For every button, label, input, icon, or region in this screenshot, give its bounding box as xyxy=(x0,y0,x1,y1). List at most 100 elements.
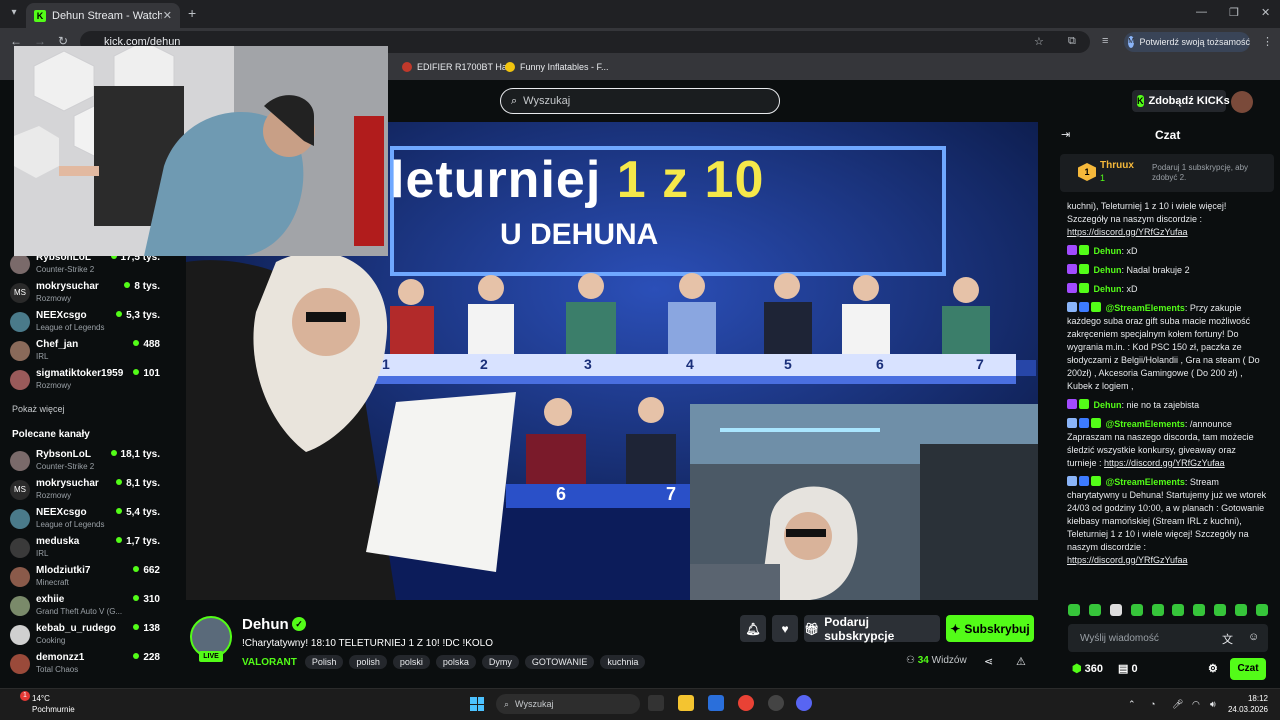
subscribe-button[interactable]: ✦ Subskrybuj xyxy=(946,615,1034,642)
channel-category: IRL xyxy=(36,352,49,361)
recommended-channel[interactable]: demonzz1 Total Chaos 228 xyxy=(10,652,160,678)
emoji-icon[interactable]: ☺ xyxy=(1248,631,1259,643)
show-title-text: leturniej 1 z 10 xyxy=(390,150,764,210)
extensions-icon[interactable]: ⧉ xyxy=(1068,35,1076,48)
profile-avatar: M xyxy=(1128,36,1135,48)
message-user[interactable]: @StreamElements xyxy=(1106,419,1185,429)
new-tab-button[interactable]: + xyxy=(188,5,196,21)
message-user[interactable]: Dehun xyxy=(1094,400,1122,410)
chat-message-input[interactable]: Wyślij wiadomość 文 ☺ xyxy=(1068,624,1268,652)
tag[interactable]: GOTOWANIE xyxy=(524,655,595,669)
follow-heart-button[interactable]: ♥ xyxy=(772,615,798,642)
message-user[interactable]: Dehun xyxy=(1094,265,1122,275)
channel-name[interactable]: Dehun xyxy=(242,616,289,633)
store-count[interactable]: ▤ 0 xyxy=(1118,662,1138,675)
store-app-icon[interactable] xyxy=(708,695,724,711)
recommended-channel[interactable]: exhiie Grand Theft Auto V (G... 310 xyxy=(10,594,160,620)
emote-icon[interactable] xyxy=(1068,604,1080,616)
collapse-chat-icon[interactable]: ⇥ xyxy=(1061,128,1070,141)
tag[interactable]: kuchnia xyxy=(600,655,646,669)
app-icon[interactable] xyxy=(768,695,784,711)
viewers-number: 34 xyxy=(917,655,929,666)
message-user[interactable]: @StreamElements xyxy=(1106,303,1185,313)
chat-send-button[interactable]: Czat xyxy=(1230,658,1266,680)
task-view-icon[interactable] xyxy=(648,695,664,711)
message-user[interactable]: @StreamElements xyxy=(1106,477,1185,487)
pip-frame xyxy=(690,404,1038,600)
message-link[interactable]: https://discord.gg/YRfGzYufaa xyxy=(1067,227,1188,237)
streamer-webcam xyxy=(14,46,388,256)
media-controls-icon[interactable]: ≡ xyxy=(1102,35,1108,47)
message-user[interactable]: Dehun xyxy=(1094,284,1122,294)
start-button[interactable] xyxy=(470,697,484,711)
emote-icon[interactable] xyxy=(1255,604,1268,616)
tag[interactable]: polish xyxy=(349,655,387,669)
recommended-channel[interactable]: Mlodziutki7 Minecraft 662 xyxy=(10,565,160,591)
chrome-icon[interactable] xyxy=(738,695,754,711)
emote-icon[interactable] xyxy=(1214,604,1227,616)
sidebar-channel[interactable]: MS mokrysuchar Rozmowy 8 tys. xyxy=(10,281,160,307)
avatar xyxy=(10,312,30,332)
volume-icon[interactable]: 🔊︎ xyxy=(1210,699,1216,710)
tag[interactable]: Polish xyxy=(304,655,344,669)
recommended-channel[interactable]: NEEXcsgo League of Legends 5,4 tys. xyxy=(10,507,160,533)
emote-icon[interactable] xyxy=(1193,604,1206,616)
chat-messages: kuchni), Teleturniej 1 z 10 i wiele więc… xyxy=(1067,200,1267,596)
tag[interactable]: polski xyxy=(392,655,430,669)
weather-widget[interactable]: 14°C Pochmurnie xyxy=(14,693,75,715)
show-more-link[interactable]: Pokaż więcej xyxy=(12,404,65,414)
maximize-icon[interactable]: ❐ xyxy=(1229,6,1239,19)
tab-close-icon[interactable]: ✕ xyxy=(163,9,172,22)
emote-icon[interactable] xyxy=(1109,604,1122,616)
tab-search-icon[interactable]: ▾ xyxy=(6,5,22,21)
network-icon[interactable]: ◔ xyxy=(1150,699,1155,709)
browser-menu-icon[interactable]: ⋮ xyxy=(1262,35,1273,48)
message-user[interactable]: Dehun xyxy=(1094,246,1122,256)
tray-chevron-icon[interactable]: ⌃ xyxy=(1128,699,1136,710)
recommended-channel[interactable]: kebab_u_rudego Cooking 138 xyxy=(10,623,160,649)
clock[interactable]: 18:12 24.03.2026 xyxy=(1224,693,1268,715)
emote-icon[interactable] xyxy=(1151,604,1164,616)
recommended-channel[interactable]: meduska IRL 1,7 tys. xyxy=(10,536,160,562)
message-link[interactable]: https://discord.gg/YRfGzYufaa xyxy=(1067,555,1188,565)
podium-number: 6 xyxy=(876,356,884,372)
show-title-number: 1 z 10 xyxy=(616,151,765,209)
get-kicks-button[interactable]: K Zdobądź KICKs xyxy=(1132,90,1230,112)
emote-icon[interactable] xyxy=(1088,604,1101,616)
profile-button[interactable]: M Potwierdź swoją tożsamość xyxy=(1124,32,1250,52)
translate-icon[interactable]: 文 xyxy=(1222,631,1233,647)
live-badge: LIVE xyxy=(199,651,223,662)
emote-icon[interactable] xyxy=(1235,604,1247,616)
gift-subs-button[interactable]: 🎁︎ Podaruj subskrypcje xyxy=(804,615,940,643)
active-tab[interactable]: K Dehun Stream - Watch Live on ✕ xyxy=(26,3,180,28)
bookmark-item[interactable]: Funny Inflatables - F... xyxy=(505,62,609,72)
recommended-channel[interactable]: MS mokrysuchar Rozmowy 8,1 tys. xyxy=(10,478,160,504)
mic-icon[interactable]: 🎤︎ xyxy=(1172,699,1183,710)
recommended-channel[interactable]: RybsonLoL Counter-Strike 2 18,1 tys. xyxy=(10,449,160,475)
message-link[interactable]: https://discord.gg/YRfGzYufaa xyxy=(1104,458,1225,468)
emote-icon[interactable] xyxy=(1130,604,1143,616)
tag[interactable]: Dymy xyxy=(481,655,519,669)
file-explorer-icon[interactable] xyxy=(678,695,694,711)
report-icon[interactable]: ⚠ xyxy=(1016,655,1026,668)
wifi-icon[interactable]: ◠ xyxy=(1192,699,1200,710)
browser-tabstrip: ▾ K Dehun Stream - Watch Live on ✕ + — ❐… xyxy=(0,0,1280,28)
sidebar-channel[interactable]: sigmatiktoker1959 Rozmowy 101 xyxy=(10,368,160,394)
discord-icon[interactable] xyxy=(796,695,812,711)
user-avatar[interactable] xyxy=(1231,91,1253,113)
sidebar-channel[interactable]: Chef_jan IRL 488 xyxy=(10,339,160,365)
bookmark-item[interactable]: EDIFIER R1700BT Ha... xyxy=(402,62,514,72)
search-input[interactable]: ⌕ Wyszukaj xyxy=(500,88,780,114)
kicks-balance[interactable]: ⬢ 360 xyxy=(1072,662,1103,675)
minimize-icon[interactable]: — xyxy=(1196,6,1207,18)
notification-bell-button[interactable]: 🔔︎ xyxy=(740,615,766,642)
chat-settings-icon[interactable]: ⚙ xyxy=(1208,662,1218,675)
bookmark-star-icon[interactable]: ☆ xyxy=(1034,35,1044,48)
emote-icon[interactable] xyxy=(1172,604,1185,616)
close-window-icon[interactable]: ✕ xyxy=(1261,6,1270,19)
tag[interactable]: polska xyxy=(435,655,476,669)
sidebar-channel[interactable]: NEEXcsgo League of Legends 5,3 tys. xyxy=(10,310,160,336)
game-link[interactable]: VALORANT xyxy=(242,657,297,668)
taskbar-search[interactable]: ⌕ Wyszukaj xyxy=(496,694,640,714)
share-icon[interactable]: ⋖ xyxy=(984,655,993,668)
